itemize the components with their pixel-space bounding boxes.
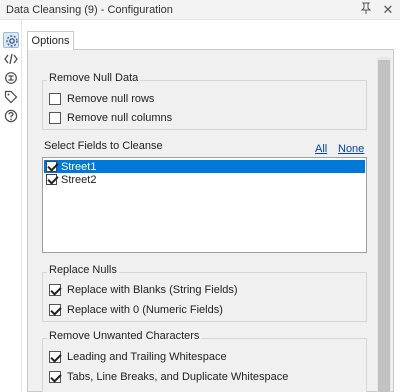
tab-options[interactable]: Options bbox=[27, 31, 74, 50]
checkbox[interactable] bbox=[49, 284, 61, 296]
workflow-icon[interactable] bbox=[3, 70, 19, 86]
replace-zero-option[interactable]: Replace with 0 (Numeric Fields) bbox=[49, 303, 223, 317]
option-label: Tabs, Line Breaks, and Duplicate Whitesp… bbox=[67, 371, 289, 383]
scrollbar-thumb[interactable] bbox=[378, 60, 390, 392]
title-bar: Data Cleansing (9) - Configuration ✕ bbox=[0, 0, 400, 20]
tag-icon[interactable] bbox=[3, 89, 19, 105]
code-icon[interactable] bbox=[3, 51, 19, 67]
option-label: Leading and Trailing Whitespace bbox=[67, 351, 227, 363]
list-item[interactable]: Street2 bbox=[44, 173, 365, 186]
remove-null-rows-option[interactable]: Remove null rows bbox=[49, 92, 154, 106]
select-all-link[interactable]: All bbox=[315, 143, 327, 155]
checkbox[interactable] bbox=[49, 371, 61, 383]
option-label: Replace with Blanks (String Fields) bbox=[67, 284, 238, 296]
list-item[interactable]: Street1 bbox=[44, 160, 365, 173]
replace-blanks-option[interactable]: Replace with Blanks (String Fields) bbox=[49, 283, 238, 297]
checkbox[interactable] bbox=[46, 174, 57, 185]
help-icon[interactable] bbox=[3, 108, 19, 124]
checkbox[interactable] bbox=[49, 93, 61, 105]
group-title: Remove Unwanted Characters bbox=[47, 330, 202, 342]
checkbox[interactable] bbox=[49, 112, 61, 124]
tabs-linebreaks-option[interactable]: Tabs, Line Breaks, and Duplicate Whitesp… bbox=[49, 370, 288, 384]
window-title: Data Cleansing (9) - Configuration bbox=[6, 4, 173, 16]
close-icon[interactable]: ✕ bbox=[380, 2, 396, 18]
checkbox[interactable] bbox=[49, 304, 61, 316]
group-title: Replace Nulls bbox=[47, 264, 119, 276]
option-label: Remove null columns bbox=[67, 112, 173, 124]
field-name: Street1 bbox=[61, 160, 97, 173]
gear-icon[interactable] bbox=[3, 32, 19, 48]
group-title: Remove Null Data bbox=[47, 72, 141, 84]
option-label: Replace with 0 (Numeric Fields) bbox=[67, 304, 223, 316]
fields-listbox[interactable]: Street1 Street2 bbox=[42, 157, 367, 253]
checkbox[interactable] bbox=[49, 351, 61, 363]
left-toolbar bbox=[0, 20, 22, 392]
leading-trailing-whitespace-option[interactable]: Leading and Trailing Whitespace bbox=[49, 350, 227, 364]
checkbox[interactable] bbox=[46, 161, 57, 172]
select-none-link[interactable]: None bbox=[338, 143, 364, 155]
select-fields-title: Select Fields to Cleanse bbox=[44, 140, 163, 152]
remove-null-columns-option[interactable]: Remove null columns bbox=[49, 111, 172, 125]
field-name: Street2 bbox=[61, 173, 97, 186]
pin-icon[interactable] bbox=[358, 2, 374, 18]
option-label: Remove null rows bbox=[67, 93, 155, 105]
